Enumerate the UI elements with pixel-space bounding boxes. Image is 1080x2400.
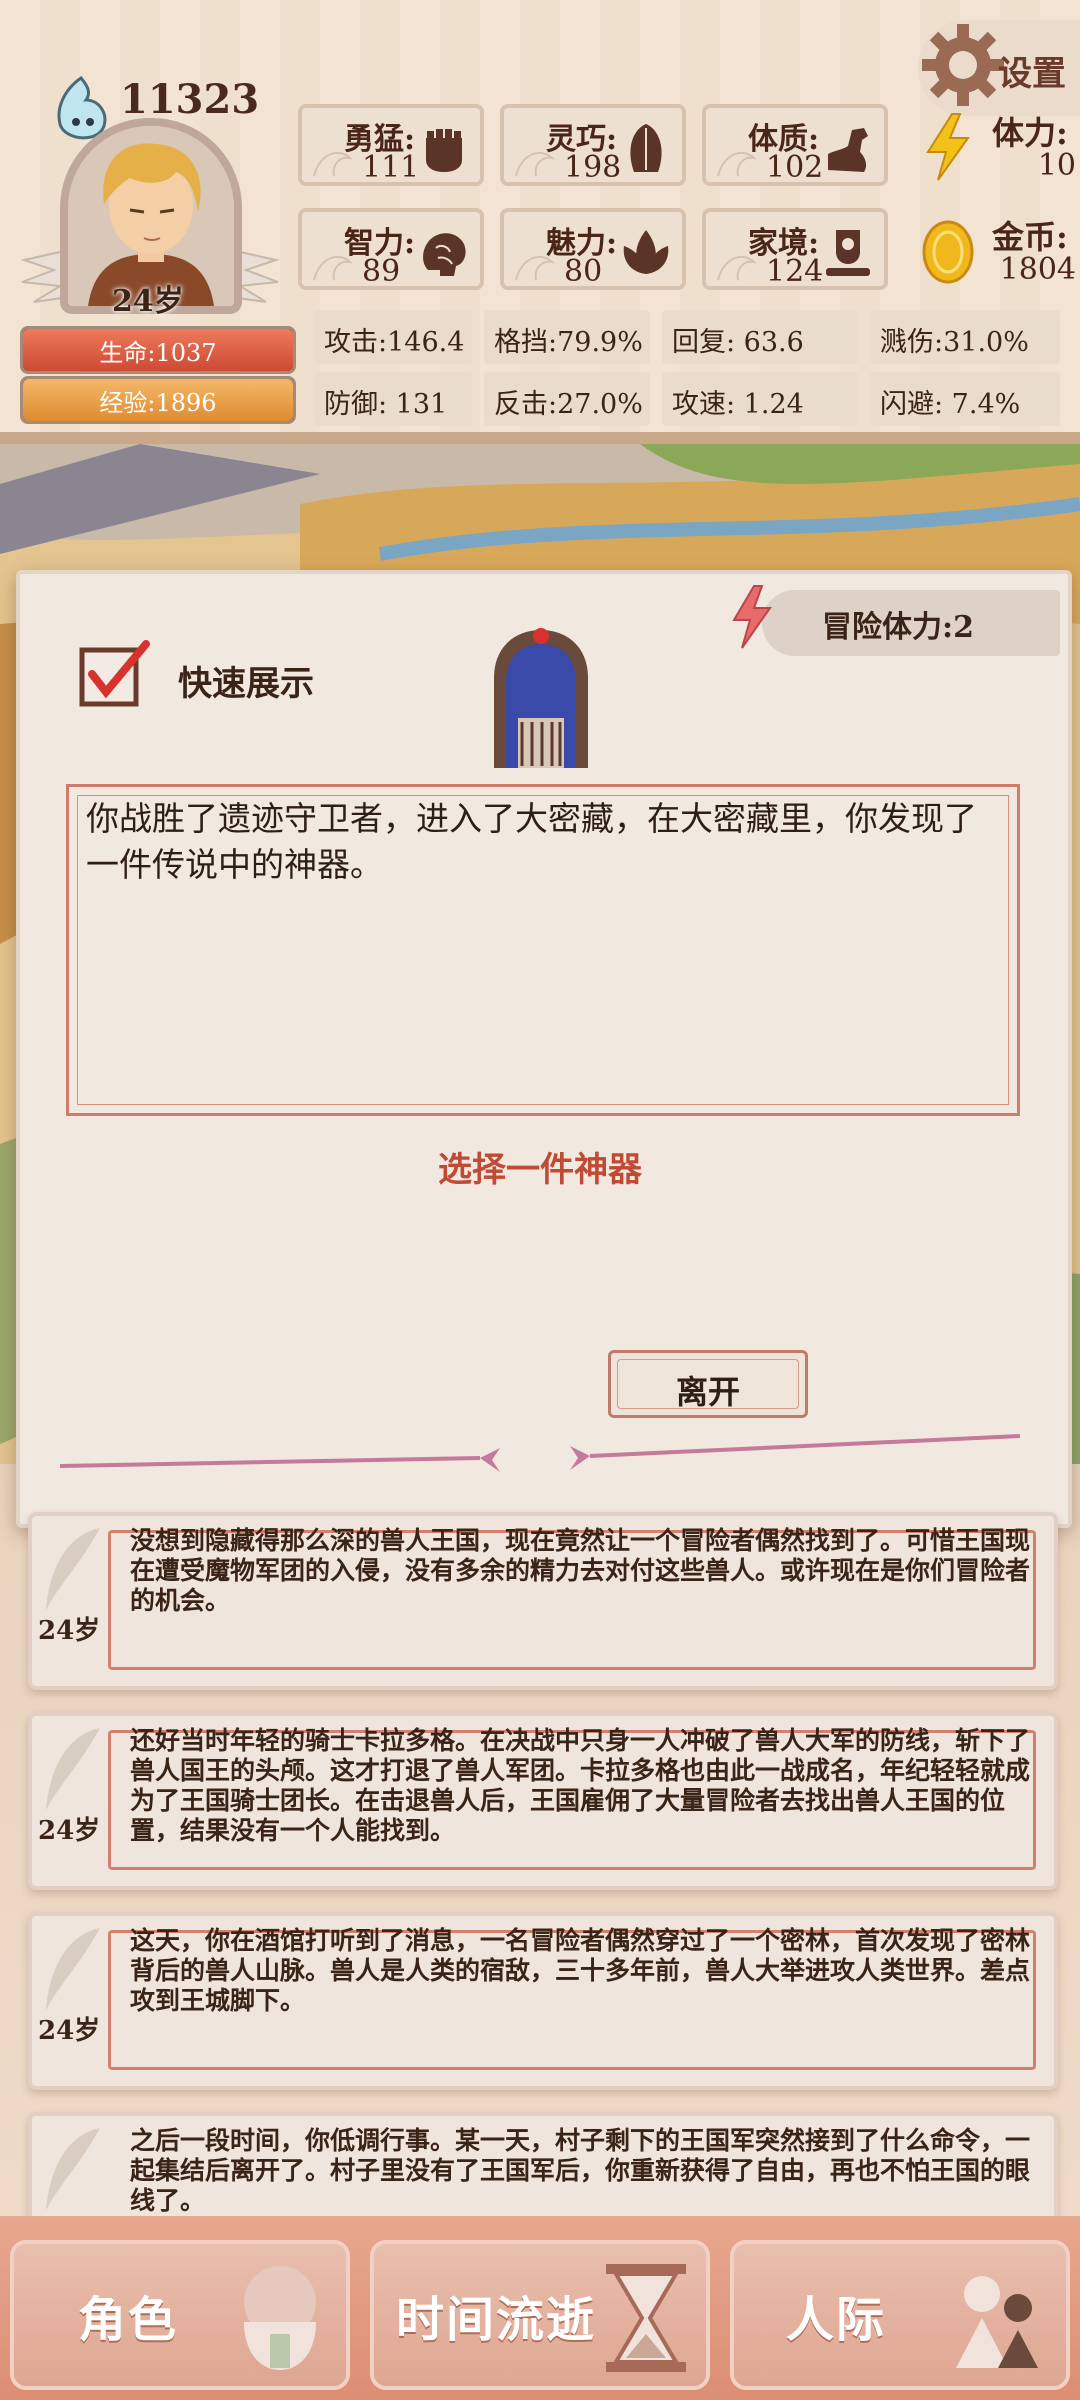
header-divider bbox=[0, 432, 1080, 444]
character-icon bbox=[244, 2266, 316, 2370]
settings-button[interactable]: 设置 bbox=[918, 20, 1080, 116]
gold-value: 1804 bbox=[999, 252, 1076, 287]
stat-dodge: 闪避: 7.4% bbox=[870, 372, 1060, 426]
log-entry: 24岁 还好当时年轻的骑士卡拉多格。在决战中只身一人冲破了兽人大军的防线，斩下了… bbox=[28, 1712, 1058, 1890]
stat-splash: 溅伤:31.0% bbox=[870, 310, 1060, 364]
log-entry: 24岁 没想到隐藏得那么深的兽人王国，现在竟然让一个冒险者偶然找到了。可惜王国现… bbox=[28, 1512, 1058, 1690]
hp-bar: 生命:1037 bbox=[20, 326, 296, 374]
attr-card-intelligence[interactable]: 智力: 89 bbox=[298, 208, 484, 290]
home-heart-icon bbox=[826, 230, 870, 276]
log-entry: 24岁 这天，你在酒馆打听到了消息，一名冒险者偶然穿过了一个密林，首次发现了密林… bbox=[28, 1912, 1058, 2090]
attr-card-bravery[interactable]: 勇猛: 111 bbox=[298, 104, 484, 186]
stat-counter: 反击:27.0% bbox=[484, 372, 650, 426]
stat-text: 回复: 63.6 bbox=[672, 327, 804, 358]
feather-icon bbox=[46, 2128, 100, 2210]
exp-label: 经验:1896 bbox=[99, 389, 217, 417]
attr-value: 102 bbox=[766, 150, 824, 185]
attr-card-agility[interactable]: 灵巧: 198 bbox=[500, 104, 686, 186]
attr-value: 198 bbox=[564, 150, 622, 185]
event-text: 你战胜了遗迹守卫者，进入了大密藏，在大密藏里，你发现了一件传说中的神器。 bbox=[86, 799, 977, 884]
stat-block: 格挡:79.9% bbox=[484, 310, 650, 364]
fist-icon bbox=[425, 127, 463, 172]
nav-time-label: 时间流逝 bbox=[396, 2292, 597, 2348]
log-age: 24岁 bbox=[38, 1616, 101, 1646]
nav-character-button[interactable]: 角色 bbox=[10, 2240, 350, 2390]
log-text: 之后一段时间，你低调行事。某一天，村子剩下的王国军突然接到了什么命令，一起集结后… bbox=[130, 2126, 1031, 2215]
log-age: 24岁 bbox=[38, 2016, 101, 2046]
ruins-gate-icon bbox=[494, 628, 588, 768]
attr-value: 124 bbox=[766, 254, 824, 289]
stat-text: 防御: 131 bbox=[324, 389, 448, 420]
quick-show-checkbox[interactable] bbox=[78, 640, 150, 712]
settings-label: 设置 bbox=[998, 54, 1066, 94]
panel-divider-ornament bbox=[60, 1434, 1020, 1472]
gear-icon bbox=[922, 24, 1004, 106]
lightning-icon bbox=[926, 113, 970, 181]
nav-character-label: 角色 bbox=[78, 2292, 179, 2348]
people-icon bbox=[956, 2276, 1038, 2368]
adventure-stamina-label: 冒险体力:2 bbox=[822, 610, 974, 645]
nav-time-button[interactable]: 时间流逝 bbox=[370, 2240, 710, 2390]
stat-text: 格挡:79.9% bbox=[494, 327, 643, 358]
stat-text: 攻速: 1.24 bbox=[672, 389, 804, 420]
log-text: 还好当时年轻的骑士卡拉多格。在决战中只身一人冲破了兽人大军的防线，斩下了兽人国王… bbox=[130, 1726, 1031, 1845]
soul-count: 11323 bbox=[120, 76, 260, 123]
leave-label: 离开 bbox=[675, 1373, 740, 1411]
stat-defense: 防御: 131 bbox=[314, 372, 472, 426]
stat-text: 闪避: 7.4% bbox=[880, 389, 1021, 420]
attr-value: 89 bbox=[362, 254, 401, 289]
stat-attack: 攻击:146.4 bbox=[314, 310, 472, 364]
log-text: 这天，你在酒馆打听到了消息，一名冒险者偶然穿过了一个密林，首次发现了密林背后的兽… bbox=[130, 1926, 1031, 2015]
leaf-hand-icon bbox=[630, 124, 662, 172]
hourglass-icon bbox=[606, 2264, 686, 2372]
exp-bar: 经验:1896 bbox=[20, 376, 296, 424]
log-text: 没想到隐藏得那么深的兽人王国，现在竟然让一个冒险者偶然找到了。可惜王国现在遭受魔… bbox=[130, 1526, 1031, 1615]
stat-text: 反击:27.0% bbox=[494, 389, 643, 420]
stat-text: 溅伤:31.0% bbox=[880, 327, 1029, 358]
leave-button[interactable]: 离开 bbox=[608, 1350, 808, 1418]
quick-show-label: 快速展示 bbox=[178, 664, 314, 704]
gold-block: 金币: 1804 bbox=[910, 208, 1080, 294]
lightning-icon bbox=[732, 585, 772, 649]
attr-card-charm[interactable]: 魅力: 80 bbox=[500, 208, 686, 290]
nav-social-button[interactable]: 人际 bbox=[730, 2240, 1070, 2390]
stat-attack-speed: 攻速: 1.24 bbox=[662, 372, 858, 426]
choose-artifact-prompt: 选择一件神器 bbox=[438, 1150, 642, 1190]
attr-value: 111 bbox=[362, 150, 420, 185]
attr-value: 80 bbox=[564, 254, 603, 289]
attr-card-constitution[interactable]: 体质: 102 bbox=[702, 104, 888, 186]
brain-icon bbox=[423, 233, 466, 276]
muscle-arm-icon bbox=[828, 128, 868, 172]
log-age: 24岁 bbox=[38, 1816, 101, 1846]
lotus-icon bbox=[623, 230, 669, 274]
gold-coin-icon bbox=[922, 220, 974, 284]
log-entry: 24岁 之后一段时间，你低调行事。某一天，村子剩下的王国军突然接到了什么命令，一… bbox=[28, 2112, 1058, 2222]
feather-icon bbox=[46, 1728, 100, 1810]
feather-icon bbox=[46, 1528, 100, 1610]
nav-social-label: 人际 bbox=[786, 2292, 887, 2348]
feather-icon bbox=[46, 1928, 100, 2010]
stat-recovery: 回复: 63.6 bbox=[662, 310, 858, 364]
stamina-block: 体力: 10 bbox=[910, 104, 1080, 190]
stamina-value: 10 bbox=[1037, 148, 1076, 183]
attr-card-family[interactable]: 家境: 124 bbox=[702, 208, 888, 290]
age-label: 24岁 bbox=[112, 284, 184, 319]
stat-text: 攻击:146.4 bbox=[324, 327, 465, 358]
hp-label: 生命:1037 bbox=[99, 339, 217, 367]
